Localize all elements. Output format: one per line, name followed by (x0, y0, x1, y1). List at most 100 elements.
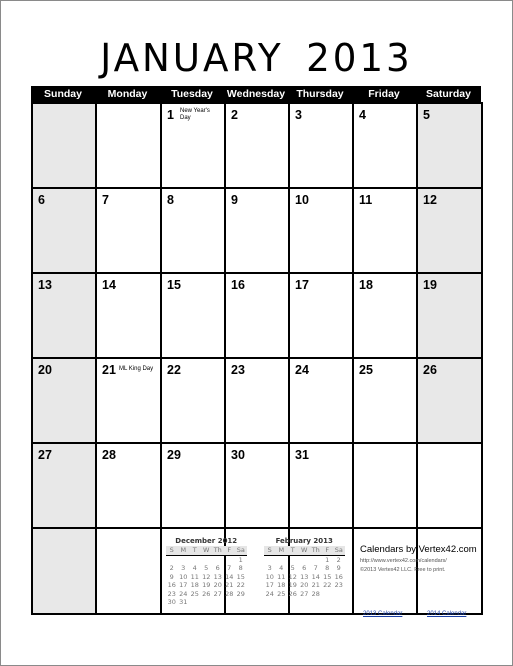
mini-day: 26 (202, 589, 211, 598)
day-cell[interactable]: 25 (352, 357, 418, 444)
weekday-wednesday: Wednesday (226, 88, 286, 100)
day-cell[interactable]: 6 (31, 187, 97, 274)
week-row: 27 28 29 30 31 (31, 442, 483, 529)
mini-day: 6 (215, 564, 220, 572)
mini-day: 7 (313, 564, 318, 572)
mini-weekday: F (227, 546, 232, 554)
page-title: JANUARY 2013 (100, 36, 413, 80)
mini-day: 22 (236, 581, 245, 589)
day-cell[interactable]: 17 (288, 272, 354, 359)
mini-day: 31 (179, 598, 188, 606)
day-cell[interactable]: 31 (288, 442, 354, 529)
day-number: 28 (102, 448, 116, 462)
day-cell[interactable]: 28 (95, 442, 162, 529)
url-text: http://www.vertex42.com/calendars/ (360, 558, 447, 564)
mini-week-row: 10 11 12 13 14 15 16 (264, 573, 345, 582)
day-cell[interactable]: 24 (288, 357, 354, 444)
day-cell[interactable] (31, 527, 97, 615)
day-cell[interactable]: 29 (160, 442, 226, 529)
mini-day (212, 556, 224, 565)
mini-day: 28 (225, 589, 234, 598)
day-number: 3 (295, 108, 302, 122)
mini-day: 15 (323, 572, 332, 581)
mini-day: 9 (336, 564, 341, 572)
link-2014-calendar[interactable]: 2014 Calendar (427, 611, 466, 617)
day-cell[interactable]: 21 ML King Day (95, 357, 162, 444)
mini-day: 11 (277, 572, 286, 581)
mini-weekday: T (192, 546, 197, 554)
mini-day: 4 (192, 564, 197, 572)
day-cell[interactable] (416, 442, 483, 529)
mini-day: 27 (213, 589, 222, 598)
day-number: 11 (359, 193, 373, 207)
day-cell[interactable]: 26 (416, 357, 483, 444)
day-cell[interactable]: 4 (352, 102, 418, 189)
mini-week-row: 16 17 18 19 20 21 22 (166, 581, 247, 590)
day-cell[interactable]: 9 (224, 187, 290, 274)
day-cell[interactable]: 7 (95, 187, 162, 274)
mini-day (201, 556, 213, 565)
day-number: 16 (231, 278, 245, 292)
day-cell[interactable]: 5 (416, 102, 483, 189)
day-number: 25 (359, 363, 373, 377)
day-cell[interactable]: 12 (416, 187, 483, 274)
day-cell[interactable]: 8 (160, 187, 226, 274)
week-row: 20 21 ML King Day 22 23 24 25 26 (31, 357, 483, 444)
mini-day: 1 (325, 555, 330, 564)
mini-calendar-title: December 2012 (175, 537, 238, 545)
day-cell[interactable]: 2 (224, 102, 290, 189)
mini-week-row: 30 31 (166, 598, 247, 607)
mini-day: 5 (290, 564, 295, 572)
mini-day (224, 556, 236, 565)
mini-weekday: S (267, 546, 272, 554)
mini-day: 25 (277, 589, 286, 598)
day-cell[interactable]: 1 New Year's Day (160, 102, 226, 189)
day-cell[interactable]: 22 (160, 357, 226, 444)
day-cell[interactable]: 18 (352, 272, 418, 359)
day-number: 1 (167, 108, 174, 122)
week-row: 1 New Year's Day 2 3 4 5 (31, 102, 483, 189)
day-cell[interactable]: 13 (31, 272, 97, 359)
mini-week-row: 2345678 (166, 564, 247, 573)
day-cell[interactable]: 11 (352, 187, 418, 274)
day-cell[interactable] (95, 102, 162, 189)
day-cell[interactable]: 27 (31, 442, 97, 529)
day-cell[interactable]: 30 (224, 442, 290, 529)
mini-calendar-december: December 2012 S M T W Th F Sa 1 2 3 4 5 6 7 8 9 10 11 12 13 1… (166, 537, 247, 607)
mini-day: 2 (336, 555, 341, 564)
day-cell[interactable] (95, 527, 162, 615)
mini-day (333, 590, 345, 599)
mini-weekday: W (203, 546, 210, 554)
calendar-grid: Sunday Monday Tuesday Wednesday Thursday Frid… (31, 86, 483, 615)
mini-day (178, 556, 190, 565)
day-cell[interactable]: 23 (224, 357, 290, 444)
day-number: 8 (167, 193, 174, 207)
mini-day: 28 (311, 589, 320, 598)
day-number: 6 (38, 193, 45, 207)
mini-day: 14 (311, 572, 320, 581)
day-cell[interactable]: 10 (288, 187, 354, 274)
mini-day: 8 (325, 564, 330, 572)
day-cell[interactable] (31, 102, 97, 189)
day-cell[interactable]: 15 (160, 272, 226, 359)
mini-day: 20 (213, 581, 222, 589)
day-cell[interactable]: 16 (224, 272, 290, 359)
mini-day: 29 (236, 589, 245, 598)
day-number: 7 (102, 193, 109, 207)
weekday-friday: Friday (368, 88, 400, 100)
weekday-saturday: Saturday (426, 88, 471, 100)
day-cell[interactable] (352, 442, 418, 529)
day-cell[interactable]: 14 (95, 272, 162, 359)
day-cell[interactable]: 3 (288, 102, 354, 189)
vertex42-info: Calendars by Vertex42.com http://www.ver… (360, 544, 478, 617)
mini-day: 18 (190, 581, 199, 589)
link-2013-calendar[interactable]: 2013 Calendar (363, 611, 402, 617)
mini-weekday: Sa (236, 546, 245, 554)
mini-day: 7 (227, 564, 232, 572)
day-cell[interactable]: 19 (416, 272, 483, 359)
mini-day: 8 (238, 564, 243, 572)
day-cell[interactable]: 20 (31, 357, 97, 444)
mini-day: 10 (265, 572, 274, 581)
day-number: 17 (295, 278, 309, 292)
mini-day: 3 (181, 564, 186, 572)
